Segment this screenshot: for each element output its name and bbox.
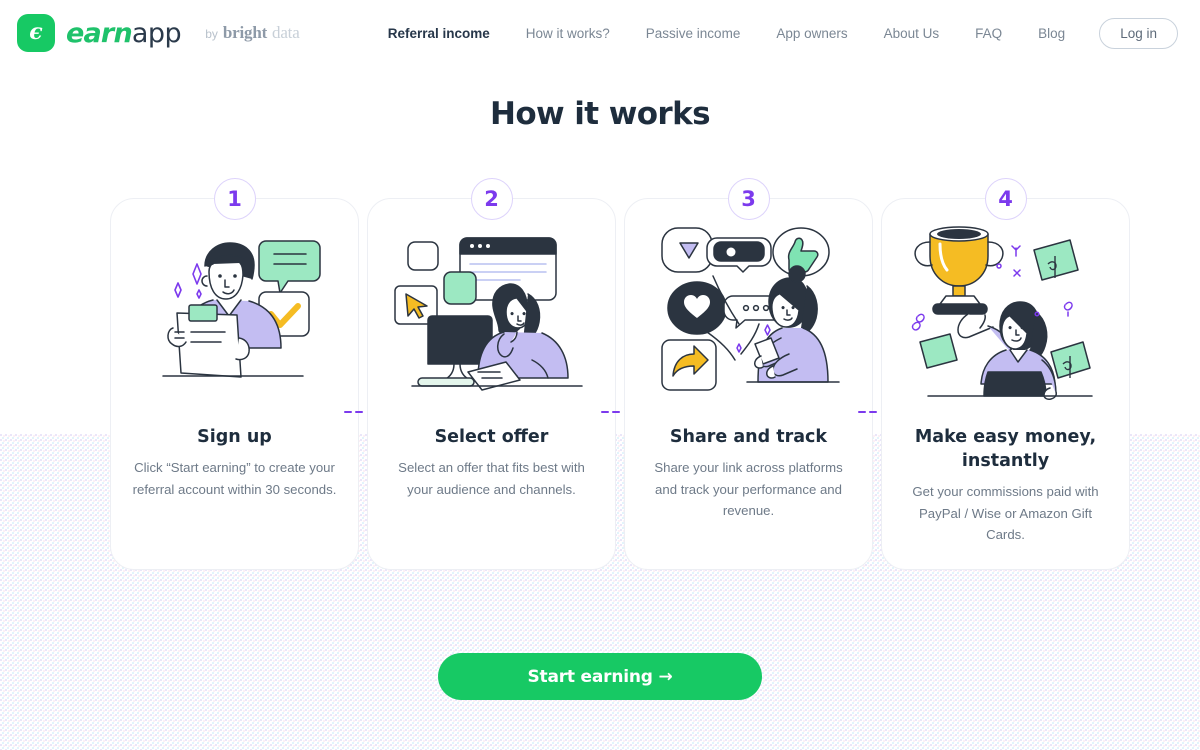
nav-link-blog[interactable]: Blog bbox=[1020, 26, 1083, 41]
nav-link-about-us[interactable]: About Us bbox=[866, 26, 958, 41]
page-title: How it works bbox=[489, 96, 711, 132]
login-button[interactable]: Log in bbox=[1099, 17, 1178, 49]
byline-by: by bbox=[205, 27, 218, 41]
step-card-2: 2 Select offer Select an offer that fits… bbox=[367, 160, 616, 570]
person-reading-document-illustration bbox=[110, 215, 359, 415]
person-sharing-on-phone-illustration bbox=[624, 215, 873, 415]
card-title-3: Share and track bbox=[669, 427, 828, 447]
step-card-4: 4 Make easy money, instantly Get your co… bbox=[881, 160, 1130, 570]
page-root: є earn app by bright data Referral incom… bbox=[0, 0, 1200, 750]
card-body-4: Get your commissions paid with PayPal / … bbox=[912, 484, 1099, 543]
card-title-2: Select offer bbox=[434, 427, 549, 447]
card-4: 4 Make easy money, instantly Get your co… bbox=[881, 178, 1130, 570]
nav-link-how-it-works[interactable]: How it works? bbox=[508, 26, 628, 41]
nav-link-referral-income[interactable]: Referral income bbox=[370, 26, 508, 41]
wordmark: earn app bbox=[66, 17, 182, 49]
card-body-2: Select an offer that fits best with your… bbox=[398, 460, 585, 497]
start-earning-button[interactable]: Start earning → bbox=[438, 653, 762, 700]
byline: by bright data bbox=[205, 23, 300, 43]
step-badge-3: 3 bbox=[727, 178, 770, 220]
person-holding-trophy-with-money-illustration bbox=[881, 215, 1130, 415]
step-number-4: 4 bbox=[998, 186, 1013, 211]
connector-gap-3 bbox=[858, 160, 889, 570]
step-badge-2: 2 bbox=[470, 178, 513, 220]
card-3: 3 Share and track Share your link across… bbox=[624, 178, 873, 570]
connector-gap-2 bbox=[601, 160, 632, 570]
cta-container: Start earning → bbox=[0, 653, 1200, 700]
wordmark-earn: earn bbox=[66, 17, 133, 49]
connector-gap-1 bbox=[344, 160, 375, 570]
step-badge-1: 1 bbox=[213, 178, 256, 220]
brand-logo[interactable]: є earn app by bright data bbox=[17, 14, 300, 52]
step-badge-4: 4 bbox=[984, 178, 1027, 220]
step-number-1: 1 bbox=[227, 186, 242, 211]
card-title-1: Sign up bbox=[197, 427, 272, 447]
steps-container: 1 Sign up Click “Start earning” to creat… bbox=[110, 160, 1130, 570]
byline-data: data bbox=[272, 23, 300, 42]
main-navigation: Referral income How it works? Passive in… bbox=[370, 0, 1178, 66]
byline-bright: bright bbox=[222, 23, 268, 42]
logo-e-glyph: є bbox=[29, 19, 43, 45]
nav-link-app-owners[interactable]: App owners bbox=[758, 26, 865, 41]
nav-link-faq[interactable]: FAQ bbox=[957, 26, 1020, 41]
earnapp-logo-icon: є bbox=[17, 14, 55, 52]
site-header: є earn app by bright data Referral incom… bbox=[0, 0, 1200, 66]
card-2: 2 Select offer Select an offer that fits… bbox=[367, 178, 616, 570]
nav-link-passive-income[interactable]: Passive income bbox=[628, 26, 759, 41]
person-at-desktop-computer-illustration bbox=[367, 215, 616, 415]
card-1: 1 Sign up Click “Start earning” to creat… bbox=[110, 178, 359, 570]
card-title-4: Make easy money, instantly bbox=[914, 427, 1097, 472]
step-number-2: 2 bbox=[484, 186, 499, 211]
step-card-3: 3 Share and track Share your link across… bbox=[624, 160, 873, 570]
card-body-1: Click “Start earning” to create your ref… bbox=[132, 460, 337, 497]
card-body-3: Share your link across platforms and tra… bbox=[654, 460, 843, 518]
wordmark-app: app bbox=[131, 17, 182, 49]
step-card-1: 1 Sign up Click “Start earning” to creat… bbox=[110, 160, 359, 570]
step-number-3: 3 bbox=[741, 186, 756, 211]
